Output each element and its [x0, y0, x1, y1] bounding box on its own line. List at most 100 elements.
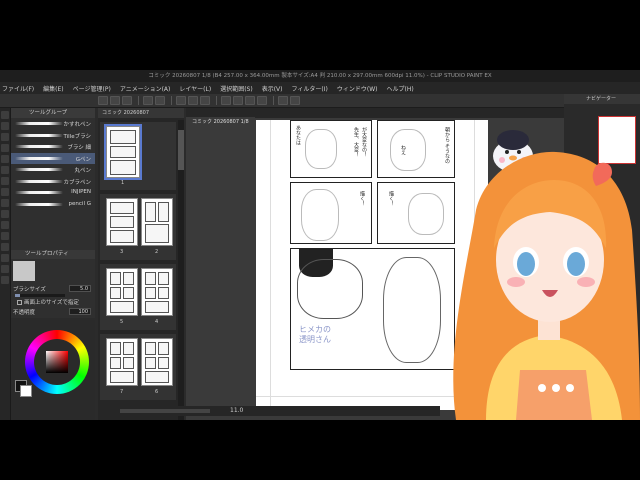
saturation-value-square[interactable] — [46, 351, 68, 373]
eyedropper-tool-icon[interactable] — [1, 155, 9, 163]
zoom-value[interactable]: 11.0 — [230, 406, 243, 416]
page-thumb-1[interactable] — [104, 124, 142, 180]
thumb-frame — [110, 342, 121, 355]
page-thumb-3[interactable] — [106, 198, 138, 246]
brush-item[interactable]: かすれペン — [11, 118, 95, 130]
opacity-value[interactable]: 100 — [69, 308, 91, 315]
screen-size-checkbox[interactable] — [17, 300, 22, 305]
page-manager-scrollbar[interactable] — [178, 120, 184, 420]
settings-button[interactable] — [278, 96, 288, 105]
menu-edit[interactable]: 編集(E) — [43, 84, 63, 93]
menu-view[interactable]: 表示(V) — [262, 84, 283, 93]
tool-palette — [0, 108, 11, 420]
color-wheel[interactable] — [25, 330, 89, 394]
scrollbar-thumb[interactable] — [178, 130, 184, 170]
character-face-sketch — [297, 259, 363, 319]
help-button[interactable] — [290, 96, 300, 105]
thumb-frame — [110, 357, 121, 369]
move-tool-icon[interactable] — [1, 122, 9, 130]
deselect-button[interactable] — [200, 96, 210, 105]
transform-button[interactable] — [188, 96, 198, 105]
page-manager-panel: コミック 20260807 1 3 2 5 4 7 6 — [98, 108, 184, 420]
menu-animation[interactable]: アニメーション(A) — [120, 84, 171, 93]
color-wheel-center — [34, 339, 80, 385]
page-thumb-6[interactable] — [141, 338, 173, 386]
brush-item[interactable]: Gペン — [11, 152, 95, 164]
comic-frame[interactable]: 描く！ — [290, 182, 372, 244]
new-button[interactable] — [98, 96, 108, 105]
menu-filter[interactable]: フィルター(I) — [292, 84, 328, 93]
navigator-tab[interactable]: ナビゲーター — [564, 94, 640, 104]
menu-bar: ファイル(F) 編集(E) ページ管理(P) アニメーション(A) レイヤー(L… — [0, 82, 640, 94]
page-manager-tab[interactable]: コミック 20260807 — [98, 108, 184, 118]
menu-selection[interactable]: 選択範囲(S) — [220, 84, 253, 93]
comic-frame[interactable]: 描く！ — [377, 182, 455, 244]
brush-item[interactable]: ブラシ 細 — [11, 141, 95, 153]
thumb-frame — [110, 287, 121, 299]
page-thumb-7[interactable] — [106, 338, 138, 386]
comic-frame[interactable]: 朝から そうなの ねえ — [377, 120, 455, 178]
canvas-tab[interactable]: コミック 20260807 1/8 — [186, 117, 255, 127]
brush-name: Tilleブラシ — [63, 133, 91, 140]
comic-frame-large[interactable]: ヒメカの 透明さん — [290, 248, 455, 370]
screen-size-option[interactable]: 画面上のサイズで指定 — [17, 298, 79, 306]
zoom-tool-icon[interactable] — [1, 111, 9, 119]
snap-special-button[interactable] — [245, 96, 255, 105]
menu-layer[interactable]: レイヤー(L) — [179, 84, 211, 93]
text-tool-icon[interactable] — [1, 265, 9, 273]
ruler-button[interactable] — [221, 96, 231, 105]
redo-button[interactable] — [155, 96, 165, 105]
comic-frame[interactable]: が大変なの！ 先生、大変！ あなたは — [290, 120, 372, 178]
overall-flower-icon — [538, 384, 546, 392]
brush-stroke-preview — [15, 202, 63, 206]
menu-window[interactable]: ウィンドウ(W) — [337, 84, 378, 93]
brush-list: かすれペン Tilleブラシ ブラシ 細 Gペン丸ペンカブラペン INJIPEN penc… — [11, 118, 95, 210]
thumb-frame — [123, 357, 134, 369]
brush-item[interactable]: pencil G — [11, 199, 95, 211]
select-tool-icon[interactable] — [1, 133, 9, 141]
brush-size-slider[interactable] — [15, 294, 65, 297]
brush-name: 丸ペン — [74, 168, 91, 174]
fill-tool-icon[interactable] — [1, 210, 9, 218]
dialogue-text: 先生、大変！ — [353, 127, 359, 157]
screen-size-label: 画面上のサイズで指定 — [24, 300, 79, 306]
gradient-tool-icon[interactable] — [1, 221, 9, 229]
lasso-tool-icon[interactable] — [1, 144, 9, 152]
menu-help[interactable]: ヘルプ(H) — [386, 84, 413, 93]
page-thumb-4[interactable] — [141, 268, 173, 316]
frame-tool-icon[interactable] — [1, 243, 9, 251]
page-group: 1 — [100, 122, 176, 190]
thumb-frame — [145, 272, 156, 285]
pen-tool-icon[interactable] — [1, 166, 9, 174]
pencil-tool-icon[interactable] — [1, 177, 9, 185]
page-thumb-2[interactable] — [141, 198, 173, 246]
brush-stroke-preview — [15, 156, 63, 160]
brush-item[interactable]: INJIPEN — [11, 187, 95, 199]
snap-button[interactable] — [233, 96, 243, 105]
thumb-frame — [110, 272, 121, 285]
grid-button[interactable] — [257, 96, 267, 105]
brush-item[interactable]: Tilleブラシ — [11, 130, 95, 142]
horizontal-scrollbar[interactable] — [120, 409, 210, 413]
dialogue-text: ねえ — [400, 145, 406, 155]
balloon-tool-icon[interactable] — [1, 276, 9, 284]
undo-button[interactable] — [143, 96, 153, 105]
brush-tool-icon[interactable] — [1, 188, 9, 196]
brush-item[interactable]: 丸ペン — [11, 164, 95, 176]
thumb-frame — [110, 230, 134, 243]
shape-tool-icon[interactable] — [1, 232, 9, 240]
ruler-tool-icon[interactable] — [1, 254, 9, 262]
character-sketch — [408, 193, 444, 235]
clear-button[interactable] — [176, 96, 186, 105]
save-button[interactable] — [122, 96, 132, 105]
menu-file[interactable]: ファイル(F) — [2, 84, 34, 93]
brush-size-value[interactable]: 5.0 — [69, 285, 91, 292]
sub-color-swatch[interactable] — [20, 385, 32, 397]
brush-name: INJIPEN — [71, 189, 91, 195]
menu-page[interactable]: ページ管理(P) — [73, 84, 111, 93]
eraser-tool-icon[interactable] — [1, 199, 9, 207]
open-button[interactable] — [110, 96, 120, 105]
page-thumb-5[interactable] — [106, 268, 138, 316]
brush-item[interactable]: カブラペン — [11, 176, 95, 188]
brush-stroke-preview — [15, 122, 63, 125]
